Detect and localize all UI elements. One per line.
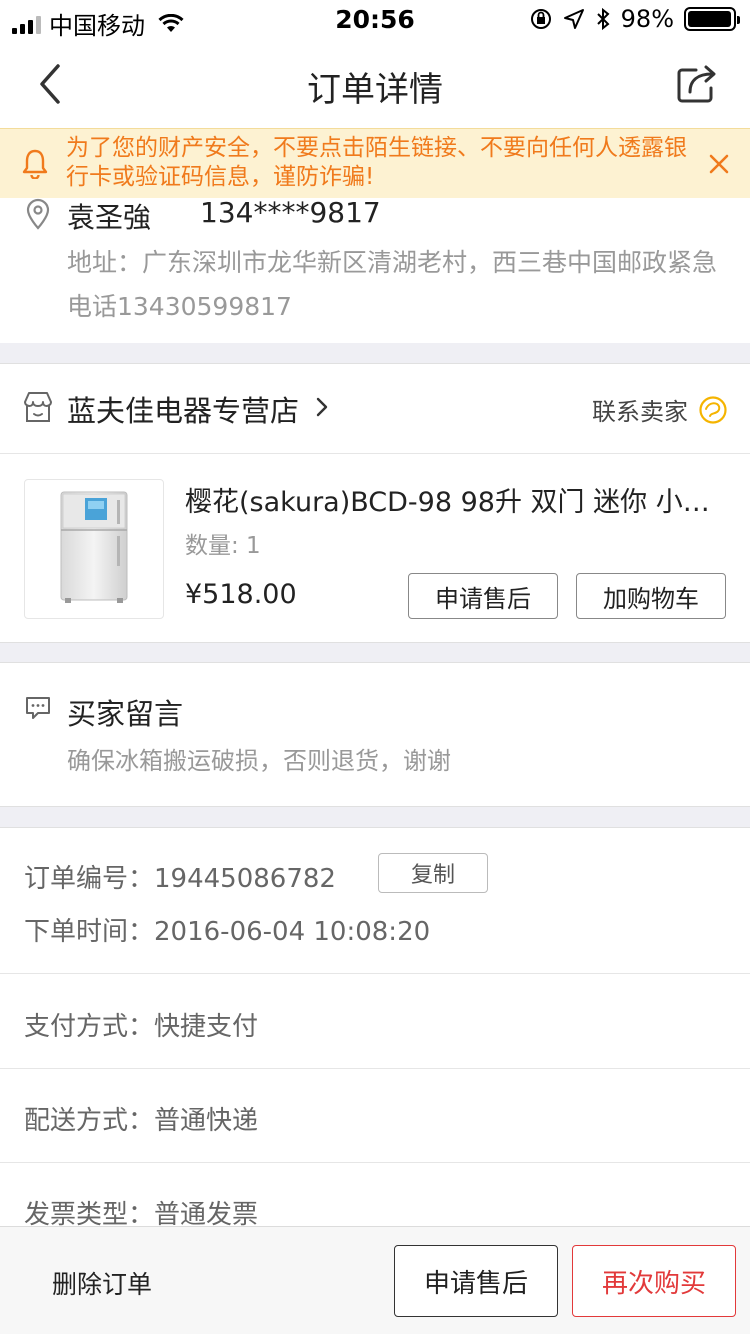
divider [0, 1162, 750, 1163]
notice-text: 为了您的财产安全，不要点击陌生链接、不要向任何人透露银行卡或验证码信息，谨防诈骗… [66, 135, 687, 190]
location-pin-icon [26, 198, 50, 230]
buy-again-button[interactable]: 再次购买 [572, 1245, 736, 1317]
product-quantity: 数量: 1 [185, 533, 261, 559]
order-time-label: 下单时间： [24, 917, 155, 947]
bell-icon [22, 149, 48, 179]
battery-icon [684, 7, 740, 31]
message-text: 确保冰箱搬运破损，否则退货，谢谢 [67, 747, 451, 775]
bottom-action-bar: 删除订单 申请售后 再次购买 [0, 1226, 750, 1334]
order-time-row: 下单时间：2016-06-04 10:08:20 [24, 911, 430, 948]
divider [0, 973, 750, 974]
address-text: 地址：广东深圳市龙华新区清湖老村，西三巷中国邮政紧急电话13430599817 [67, 248, 718, 321]
message-title: 买家留言 [67, 697, 184, 731]
battery-fill [688, 11, 732, 27]
order-info: 订单编号：19445086782 复制 下单时间：2016-06-04 10:0… [0, 827, 750, 1247]
chat-bubble-icon [699, 395, 727, 424]
add-to-cart-button[interactable]: 加购物车 [576, 573, 726, 619]
product-name[interactable]: 樱花(sakura)BCD-98 98升 双门 迷你 小冰箱 家用冷藏冷冻 [185, 480, 725, 519]
status-bar: 中国移动 20:56 98% [0, 0, 750, 40]
delivery-method: 普通快递 [154, 1106, 259, 1136]
bluetooth-icon [596, 7, 610, 31]
payment-row: 支付方式：快捷支付 [24, 1006, 258, 1043]
page-title: 订单详情 [307, 70, 443, 110]
copy-button[interactable]: 复制 [378, 853, 488, 893]
nav-bar: 订单详情 [0, 40, 750, 128]
product-image[interactable] [24, 479, 164, 619]
apply-aftersale-button[interactable]: 申请售后 [408, 573, 558, 619]
store-header[interactable]: 蓝夫佳电器专营店 联系卖家 [0, 364, 750, 454]
order-time: 2016-06-04 10:08:20 [154, 917, 431, 947]
chevron-right-icon [316, 397, 328, 417]
order-number: 19445086782 [154, 864, 336, 894]
location-arrow-icon [563, 9, 584, 29]
message-icon [26, 697, 50, 719]
battery-percent: 98% [620, 5, 674, 33]
close-icon[interactable] [704, 149, 734, 179]
recipient-phone: 134****9817 [200, 196, 381, 229]
store-name[interactable]: 蓝夫佳电器专营店 [67, 388, 299, 430]
store-card: 蓝夫佳电器专营店 联系卖家 樱花(sakura)BCD-98 98升 双门 迷你… [0, 363, 750, 643]
fridge-image [60, 491, 128, 603]
delivery-label: 配送方式： [24, 1106, 155, 1136]
buyer-message: 买家留言 确保冰箱搬运破损，否则退货，谢谢 [0, 662, 750, 807]
rotation-lock-icon [530, 9, 551, 29]
contact-seller-label: 联系卖家 [592, 398, 688, 426]
store-icon [24, 392, 52, 422]
delete-order-button[interactable]: 删除订单 [52, 1265, 152, 1301]
order-number-label: 订单编号： [24, 864, 155, 894]
recipient-name: 袁圣強 [67, 201, 152, 234]
contact-seller-button[interactable]: 联系卖家 [592, 392, 728, 427]
shipping-address: 袁圣強 134****9817 地址：广东深圳市龙华新区清湖老村，西三巷中国邮政… [0, 196, 750, 343]
share-icon[interactable] [674, 60, 722, 108]
security-notice: 为了您的财产安全，不要点击陌生链接、不要向任何人透露银行卡或验证码信息，谨防诈骗… [0, 128, 750, 198]
order-number-row: 订单编号：19445086782 [24, 858, 336, 895]
payment-label: 支付方式： [24, 1012, 155, 1042]
divider [0, 1068, 750, 1069]
bottom-aftersale-button[interactable]: 申请售后 [394, 1245, 558, 1317]
delivery-row: 配送方式：普通快递 [24, 1100, 258, 1137]
payment-method: 快捷支付 [154, 1012, 259, 1042]
status-right: 98% [529, 5, 740, 33]
product-price: ¥518.00 [185, 579, 297, 610]
